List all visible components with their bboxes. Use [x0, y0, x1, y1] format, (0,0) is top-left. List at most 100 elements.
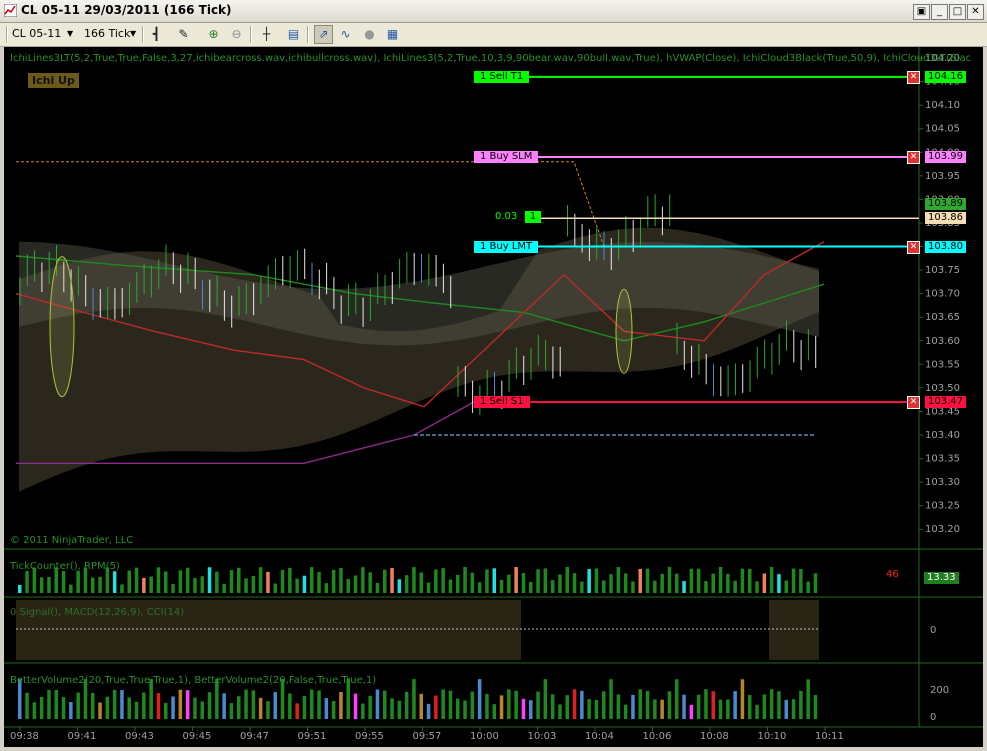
tick-bar	[47, 577, 51, 593]
order-marker-sell-s1[interactable]: 1 Sell S1	[474, 396, 530, 408]
tick-bar	[755, 581, 759, 593]
tick-bar	[536, 569, 540, 593]
osc-zero-label: 0	[930, 625, 937, 636]
volume-bar	[47, 689, 51, 719]
volume-bar	[740, 679, 745, 719]
maximize-button[interactable]: □	[949, 4, 966, 20]
tick-bar	[623, 573, 628, 593]
volume-bar	[368, 695, 372, 719]
tick-bar	[653, 580, 657, 593]
volume-bar	[667, 691, 672, 719]
volume-bar	[237, 696, 241, 719]
volume-bar	[310, 689, 314, 719]
volume-bar	[558, 704, 562, 719]
tick-value-badge: 13.33	[924, 572, 959, 584]
tick-bar	[529, 581, 533, 593]
volume-bar	[463, 700, 467, 719]
cancel-order-icon[interactable]: ✕	[907, 396, 920, 409]
time-axis-label: 10:04	[585, 731, 614, 742]
bar-type-icon[interactable]: ┫	[148, 26, 165, 43]
tick-panel-label: TickCounter(), RPM(5)	[10, 561, 120, 572]
volume-bar	[806, 679, 810, 719]
pnl-label: 0.03	[495, 211, 518, 222]
time-axis-label: 09:38	[10, 731, 39, 742]
volume-bar	[426, 703, 431, 719]
tick-bar	[69, 584, 73, 593]
tick-bar	[609, 574, 613, 593]
volume-bar	[653, 699, 657, 719]
tick-bar	[317, 572, 321, 593]
instrument-dropdown-icon[interactable]: ▼	[67, 25, 73, 43]
tick-bar	[711, 573, 715, 593]
minimize-button[interactable]: _	[931, 4, 948, 20]
time-axis-label: 09:45	[183, 731, 212, 742]
tick-bar	[346, 578, 350, 593]
position-qty[interactable]: 1	[525, 211, 541, 223]
zoom-in-icon[interactable]: ⊕	[205, 26, 222, 43]
volume-bar	[185, 690, 190, 719]
price-axis-label: 103.20	[925, 524, 960, 535]
chart-trader-icon[interactable]: ⇗	[314, 25, 333, 44]
volume-bar	[762, 694, 767, 719]
volume-bar	[769, 689, 774, 719]
volume-bar	[324, 698, 329, 719]
tick-bar	[682, 581, 686, 593]
volume-bar	[682, 694, 686, 719]
order-marker-buy-lmt[interactable]: 1 Buy LMT	[474, 240, 539, 253]
time-axis-label: 09:55	[355, 731, 384, 742]
volume-bar	[543, 679, 548, 719]
cancel-order-icon[interactable]: ✕	[907, 151, 920, 164]
volume-bar	[536, 691, 540, 719]
tick-bar	[514, 567, 518, 593]
volume-bar	[755, 704, 759, 719]
period-selector[interactable]: 166 Tick	[84, 25, 130, 43]
volume-bar	[514, 690, 518, 719]
volume-bar	[616, 694, 621, 719]
drawing-tools-icon[interactable]: ✎	[175, 26, 192, 43]
tick-counter: 46	[886, 569, 899, 580]
cancel-order-icon[interactable]: ✕	[907, 240, 920, 254]
volume-bar	[470, 691, 475, 719]
restore-window-icon[interactable]: ▣	[913, 4, 930, 20]
volume-bar	[361, 703, 365, 719]
price-axis-label: 103.60	[925, 336, 960, 347]
tick-bar	[696, 568, 701, 593]
indicators-icon[interactable]: ∿	[337, 26, 354, 43]
tick-bar	[25, 570, 29, 593]
volume-bar	[229, 703, 234, 719]
close-button[interactable]: ✕	[967, 4, 984, 20]
volume-bar	[25, 692, 29, 719]
tick-bar	[631, 581, 635, 593]
crosshair-icon[interactable]: ┼	[258, 26, 275, 43]
instrument-selector[interactable]: CL 05-11	[12, 25, 61, 43]
data-box-icon[interactable]: ▦	[384, 26, 401, 43]
chart-area[interactable]: 104.20104.15104.10104.05104.00103.95103.…	[4, 47, 983, 747]
time-axis-label: 10:11	[815, 731, 844, 742]
volume-bar	[631, 694, 635, 719]
tick-bar	[580, 581, 584, 593]
order-marker-sell-t1[interactable]: 1 Sell T1	[474, 70, 530, 83]
volume-bar	[200, 701, 204, 719]
price-axis-label: 103.75	[925, 265, 960, 276]
period-dropdown-icon[interactable]: ▼	[130, 25, 136, 43]
tick-bar	[718, 567, 723, 593]
tick-bar	[594, 568, 599, 593]
strategies-icon[interactable]: ●	[361, 26, 378, 43]
volume-bar	[572, 689, 577, 719]
volume-bar	[383, 690, 387, 719]
order-marker-buy-slm[interactable]: 1 Buy SLM	[474, 151, 539, 163]
tick-bar	[61, 571, 66, 593]
cross-highlight-ellipse	[615, 288, 633, 374]
toolbar-separator	[6, 26, 8, 43]
volume-bar	[69, 702, 73, 719]
properties-icon[interactable]: ▤	[285, 26, 302, 43]
volume-bar	[164, 702, 168, 719]
time-axis-label: 09:43	[125, 731, 154, 742]
cancel-order-icon[interactable]: ✕	[907, 70, 920, 84]
volume-bar	[266, 701, 270, 719]
volume-axis-200: 200	[930, 685, 950, 696]
volume-bar	[412, 679, 416, 719]
zoom-out-icon[interactable]: ⊖	[228, 26, 245, 43]
tick-bar	[375, 582, 380, 593]
title-bar: CL 05-11 29/03/2011 (166 Tick) ▣ _ □ ✕	[0, 0, 987, 23]
